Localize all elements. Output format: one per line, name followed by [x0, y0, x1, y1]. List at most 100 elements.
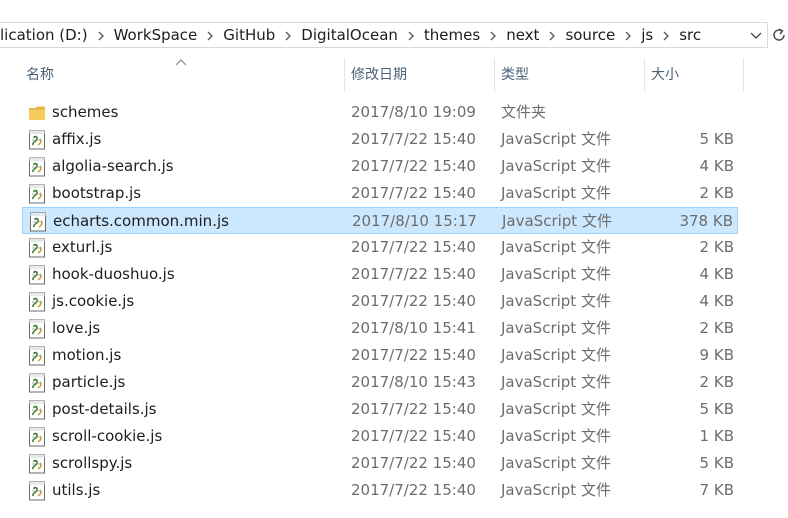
file-name: scroll-cookie.js — [52, 427, 163, 445]
column-header-date[interactable]: 修改日期 — [345, 58, 493, 92]
column-header-type[interactable]: 类型 — [495, 58, 643, 92]
file-name: post-details.js — [52, 400, 157, 418]
file-row[interactable]: particle.js 2017/8/10 15:43 JavaScript 文件 2… — [22, 369, 738, 396]
file-date: 2017/7/22 15:40 — [351, 157, 476, 175]
breadcrumb-separator-icon[interactable] — [88, 28, 114, 42]
breadcrumb-item[interactable]: lication (D:) — [0, 26, 88, 44]
file-size: 5 KB — [699, 454, 734, 472]
file-size: 4 KB — [699, 265, 734, 283]
file-row[interactable]: schemes 2017/8/10 19:09 文件夹 — [22, 99, 738, 126]
file-type: JavaScript 文件 — [502, 212, 612, 230]
breadcrumb-separator-icon[interactable] — [539, 28, 565, 42]
breadcrumb-separator-icon[interactable] — [398, 28, 424, 42]
breadcrumb: lication (D:) WorkSpace GitHub DigitalOcean… — [0, 22, 701, 48]
file-date: 2017/7/22 15:40 — [351, 346, 476, 364]
column-header-name[interactable]: 名称 — [20, 58, 344, 92]
file-row[interactable]: utils.js 2017/7/22 15:40 JavaScript 文件 7 KB — [22, 477, 738, 504]
file-date: 2017/7/22 15:40 — [351, 238, 476, 256]
column-header-size[interactable]: 大小 — [645, 58, 743, 92]
breadcrumb-item[interactable]: WorkSpace — [114, 26, 198, 44]
file-row[interactable]: motion.js 2017/7/22 15:40 JavaScript 文件 9 K… — [22, 342, 738, 369]
file-name: exturl.js — [52, 238, 113, 256]
file-size: 7 KB — [699, 481, 734, 499]
file-row[interactable]: algolia-search.js 2017/7/22 15:40 JavaScri… — [22, 153, 738, 180]
file-type: JavaScript 文件 — [501, 454, 611, 472]
file-date: 2017/7/22 15:40 — [351, 427, 476, 445]
file-row[interactable]: bootstrap.js 2017/7/22 15:40 JavaScript 文件… — [22, 180, 738, 207]
file-row[interactable]: post-details.js 2017/7/22 15:40 JavaScript… — [22, 396, 738, 423]
file-date: 2017/7/22 15:40 — [351, 292, 476, 310]
file-size: 9 KB — [699, 346, 734, 364]
file-date: 2017/8/10 15:41 — [351, 319, 476, 337]
file-row[interactable]: exturl.js 2017/7/22 15:40 JavaScript 文件 2 K… — [22, 234, 738, 261]
file-name: hook-duoshuo.js — [52, 265, 175, 283]
file-name: bootstrap.js — [52, 184, 142, 202]
file-name: particle.js — [52, 373, 126, 391]
file-date: 2017/7/22 15:40 — [351, 454, 476, 472]
breadcrumb-separator-icon[interactable] — [615, 28, 641, 42]
file-name: js.cookie.js — [52, 292, 135, 310]
file-size: 4 KB — [699, 157, 734, 175]
file-size: 5 KB — [699, 130, 734, 148]
file-row[interactable]: scroll-cookie.js 2017/7/22 15:40 JavaScrip… — [22, 423, 738, 450]
breadcrumb-item[interactable]: next — [506, 26, 539, 44]
file-date: 2017/7/22 15:40 — [351, 400, 476, 418]
file-name: scrollspy.js — [52, 454, 133, 472]
breadcrumb-separator-icon[interactable] — [197, 28, 223, 42]
file-type: 文件夹 — [501, 103, 547, 121]
file-size: 378 KB — [679, 212, 733, 230]
file-date: 2017/7/22 15:40 — [351, 184, 476, 202]
file-type: JavaScript 文件 — [501, 265, 611, 283]
file-date: 2017/8/10 19:09 — [351, 103, 476, 121]
file-row[interactable]: js.cookie.js 2017/7/22 15:40 JavaScript 文件… — [22, 288, 738, 315]
address-bar: lication (D:) WorkSpace GitHub DigitalOcean… — [0, 0, 788, 48]
file-row[interactable]: echarts.common.min.js 2017/8/10 15:17 Java… — [22, 207, 738, 234]
breadcrumb-item[interactable]: DigitalOcean — [301, 26, 398, 44]
file-name: echarts.common.min.js — [53, 212, 229, 230]
breadcrumb-item[interactable]: GitHub — [223, 26, 275, 44]
file-size: 2 KB — [699, 319, 734, 337]
file-name: love.js — [52, 319, 101, 337]
file-type: JavaScript 文件 — [501, 184, 611, 202]
file-date: 2017/7/22 15:40 — [351, 265, 476, 283]
file-type: JavaScript 文件 — [501, 292, 611, 310]
file-date: 2017/8/10 15:17 — [352, 212, 477, 230]
file-type: JavaScript 文件 — [501, 319, 611, 337]
file-date: 2017/8/10 15:43 — [351, 373, 476, 391]
chevron-down-icon[interactable] — [748, 27, 764, 43]
file-size: 2 KB — [699, 238, 734, 256]
breadcrumb-item[interactable]: source — [565, 26, 615, 44]
file-size: 1 KB — [699, 427, 734, 445]
file-type: JavaScript 文件 — [501, 427, 611, 445]
file-type: JavaScript 文件 — [501, 346, 611, 364]
file-type: JavaScript 文件 — [501, 157, 611, 175]
breadcrumb-separator-icon[interactable] — [275, 28, 301, 42]
breadcrumb-item[interactable]: js — [641, 26, 653, 44]
file-name: affix.js — [52, 130, 102, 148]
file-date: 2017/7/22 15:40 — [351, 481, 476, 499]
file-size: 2 KB — [699, 373, 734, 391]
file-type: JavaScript 文件 — [501, 373, 611, 391]
column-header-row: 名称 修改日期 类型 大小 — [0, 58, 788, 92]
file-size: 4 KB — [699, 292, 734, 310]
file-row[interactable]: love.js 2017/8/10 15:41 JavaScript 文件 2 KB — [22, 315, 738, 342]
file-size: 5 KB — [699, 400, 734, 418]
file-row[interactable]: affix.js 2017/7/22 15:40 JavaScript 文件 5 KB — [22, 126, 738, 153]
file-type: JavaScript 文件 — [501, 481, 611, 499]
file-type: JavaScript 文件 — [501, 238, 611, 256]
breadcrumb-separator-icon[interactable] — [653, 28, 679, 42]
breadcrumb-item[interactable]: themes — [424, 26, 480, 44]
file-name: schemes — [52, 103, 119, 121]
column-divider[interactable] — [743, 58, 744, 92]
breadcrumb-separator-icon[interactable] — [480, 28, 506, 42]
file-type: JavaScript 文件 — [501, 130, 611, 148]
file-name: motion.js — [52, 346, 122, 364]
refresh-icon[interactable] — [770, 26, 788, 44]
file-name: utils.js — [52, 481, 101, 499]
file-row[interactable]: scrollspy.js 2017/7/22 15:40 JavaScript 文件… — [22, 450, 738, 477]
file-row[interactable]: hook-duoshuo.js 2017/7/22 15:40 JavaScript… — [22, 261, 738, 288]
file-date: 2017/7/22 15:40 — [351, 130, 476, 148]
file-size: 2 KB — [699, 184, 734, 202]
file-type: JavaScript 文件 — [501, 400, 611, 418]
breadcrumb-item[interactable]: src — [679, 26, 701, 44]
